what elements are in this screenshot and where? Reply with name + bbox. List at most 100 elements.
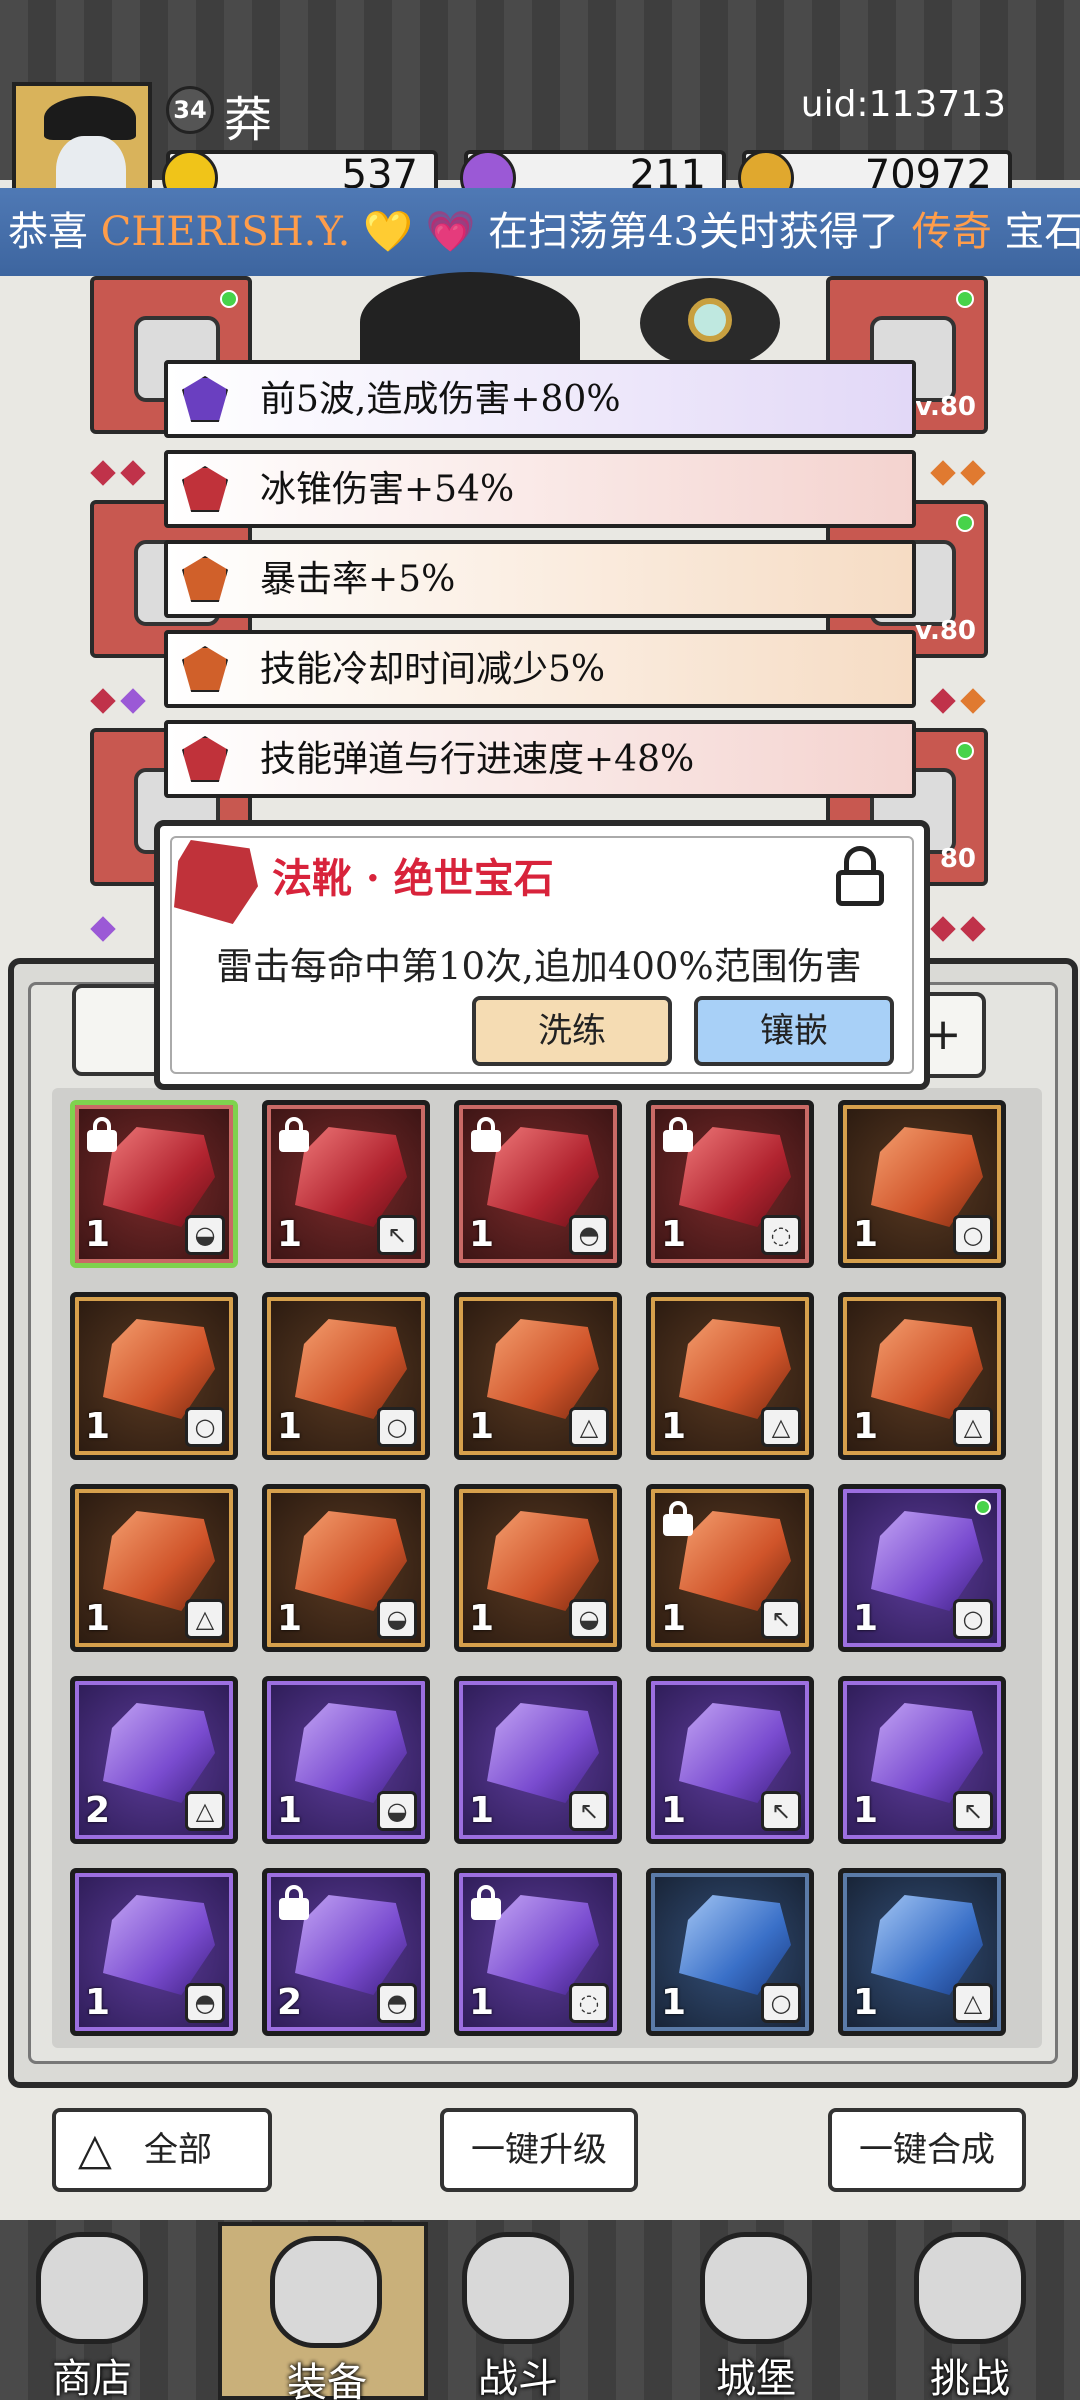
nav-label: 装备 <box>287 2360 367 2400</box>
necklace-slot-icon: ◌ <box>569 1983 609 2023</box>
lock-icon <box>663 1117 693 1152</box>
cloak-slot-icon: △ <box>953 1407 993 1447</box>
cloak-slot-icon: △ <box>569 1407 609 1447</box>
wand-slot-icon: ↖ <box>761 1599 801 1639</box>
gem-cell[interactable]: 1 ○ <box>262 1292 430 1460</box>
gem-cell[interactable]: 1 △ <box>454 1292 622 1460</box>
orange-gem-icon <box>487 1319 599 1419</box>
wand-slot-icon: ↖ <box>953 1791 993 1831</box>
gem-cell[interactable]: 1 ↖ <box>838 1676 1006 1844</box>
gem-stat-4: 技能冷却时间减少5% <box>164 630 916 708</box>
gem-cell[interactable]: 1 ○ <box>646 1868 814 2036</box>
nav-tab-castle[interactable]: 城堡 <box>686 2222 826 2400</box>
announcement-ticker: 恭喜 CHERISH.Y. 💛 💗 在扫荡第43关时获得了 传奇 宝石 <box>0 188 1080 276</box>
purple-gem-icon <box>103 1895 215 1995</box>
orange-gem-icon <box>679 1511 791 1611</box>
nav-tab-equipment[interactable]: 装备 <box>218 2222 428 2400</box>
gem-cell[interactable]: 1 ↖ <box>454 1676 622 1844</box>
gem-cell[interactable]: 1 ◒ <box>262 1484 430 1652</box>
refine-button[interactable]: 洗练 <box>472 996 672 1066</box>
wand-slot-icon: ↖ <box>569 1791 609 1831</box>
gem-cell[interactable]: 2 △ <box>70 1676 238 1844</box>
nav-label: 战斗 <box>478 2356 558 2400</box>
equip-level: v.80 <box>915 616 976 646</box>
gem-cell[interactable]: 1 ◌ <box>454 1868 622 2036</box>
gem-count: 1 <box>469 1598 495 1639</box>
backpack-icon <box>270 2236 382 2348</box>
filter-all-button[interactable]: △ 全部 <box>52 2108 272 2192</box>
available-dot <box>956 742 974 760</box>
lock-icon <box>279 1885 309 1920</box>
gem-cell[interactable]: 1 ↖ <box>262 1100 430 1268</box>
gem-cell[interactable]: 1 ○ <box>838 1484 1006 1652</box>
orange-gem-icon <box>295 1319 407 1419</box>
lock-icon <box>279 1117 309 1152</box>
gem-cell[interactable]: 1 ○ <box>838 1100 1006 1268</box>
gem-count: 1 <box>469 1406 495 1447</box>
gem-cell[interactable]: 1 ◒ <box>262 1676 430 1844</box>
gem-cell[interactable]: 1 ◓ <box>454 1100 622 1268</box>
shield-icon <box>914 2232 1026 2344</box>
shop-icon <box>36 2232 148 2344</box>
hat-slot-icon: ◓ <box>569 1215 609 1255</box>
hat-slot-icon: ◓ <box>377 1983 417 2023</box>
ring-slot-icon: ○ <box>953 1215 993 1255</box>
purple-gem-icon <box>871 1703 983 1803</box>
gem-cell[interactable]: 1 △ <box>838 1292 1006 1460</box>
gem-count: 1 <box>661 1598 687 1639</box>
gem-cell[interactable]: 1 ◒ <box>70 1100 238 1268</box>
triangle-icon: △ <box>78 2124 112 2175</box>
gem-count: 1 <box>661 1406 687 1447</box>
gem-cell[interactable]: 2 ◓ <box>262 1868 430 2036</box>
orange-gem-icon <box>679 1319 791 1419</box>
lock-icon <box>663 1501 693 1536</box>
gem-cell[interactable]: 1 ↖ <box>646 1484 814 1652</box>
gem-cell[interactable]: 1 ↖ <box>646 1676 814 1844</box>
blue-gem-icon <box>679 1895 791 1995</box>
stat-text: 前5波,造成伤害+80% <box>260 379 621 420</box>
gem-count: 1 <box>853 1790 879 1831</box>
orange-gem-icon <box>871 1319 983 1419</box>
gem-cell[interactable]: 1 △ <box>70 1484 238 1652</box>
gem-stat-5: 技能弹道与行进速度+48% <box>164 720 916 798</box>
gem-cell[interactable]: 1 △ <box>838 1868 1006 2036</box>
cloak-slot-icon: △ <box>761 1407 801 1447</box>
stat-text: 冰锥伤害+54% <box>260 469 515 510</box>
gem-cell[interactable]: 1 ◒ <box>454 1484 622 1652</box>
lock-icon[interactable] <box>836 846 884 906</box>
stat-text: 技能冷却时间减少5% <box>260 649 606 690</box>
gem-tooltip: 法靴 · 绝世宝石 雷击每命中第10次,追加400%范围伤害 洗练 镶嵌 <box>154 820 930 1090</box>
red-gem-icon <box>103 1127 215 1227</box>
available-dot <box>956 514 974 532</box>
nav-tab-battle[interactable]: 战斗 <box>448 2222 588 2400</box>
gem-cell[interactable]: 1 △ <box>646 1292 814 1460</box>
gem-count: 1 <box>277 1598 303 1639</box>
gem-cell[interactable]: 1 ◌ <box>646 1100 814 1268</box>
uid-label: uid:113713 <box>800 84 1006 125</box>
lock-icon <box>471 1117 501 1152</box>
boot-slot-icon: ◒ <box>569 1599 609 1639</box>
red-gem-icon <box>295 1127 407 1227</box>
gem-count: 1 <box>277 1406 303 1447</box>
gem-count: 1 <box>853 1982 879 2023</box>
nav-tab-challenge[interactable]: 挑战 <box>900 2222 1040 2400</box>
red-gem-icon <box>182 736 228 782</box>
ticker-player: CHERISH.Y. <box>100 209 351 255</box>
cloak-slot-icon: △ <box>185 1791 225 1831</box>
merge-all-button[interactable]: 一键合成 <box>828 2108 1026 2192</box>
upgrade-all-button[interactable]: 一键升级 <box>440 2108 638 2192</box>
gem-count: 1 <box>277 1214 303 1255</box>
ticker-prefix: 恭喜 <box>8 209 88 255</box>
red-gem-icon <box>487 1127 599 1227</box>
purple-gem-icon <box>679 1703 791 1803</box>
hat-slot-icon: ◓ <box>185 1983 225 2023</box>
gem-count: 1 <box>469 1982 495 2023</box>
gem-count: 1 <box>85 1598 111 1639</box>
gem-count: 2 <box>277 1982 303 2023</box>
nav-label: 商店 <box>52 2356 132 2400</box>
inlay-button[interactable]: 镶嵌 <box>694 996 894 1066</box>
nav-tab-shop[interactable]: 商店 <box>22 2222 162 2400</box>
gem-cell[interactable]: 1 ◓ <box>70 1868 238 2036</box>
gem-cell[interactable]: 1 ○ <box>70 1292 238 1460</box>
ring-slot-icon: ○ <box>761 1983 801 2023</box>
